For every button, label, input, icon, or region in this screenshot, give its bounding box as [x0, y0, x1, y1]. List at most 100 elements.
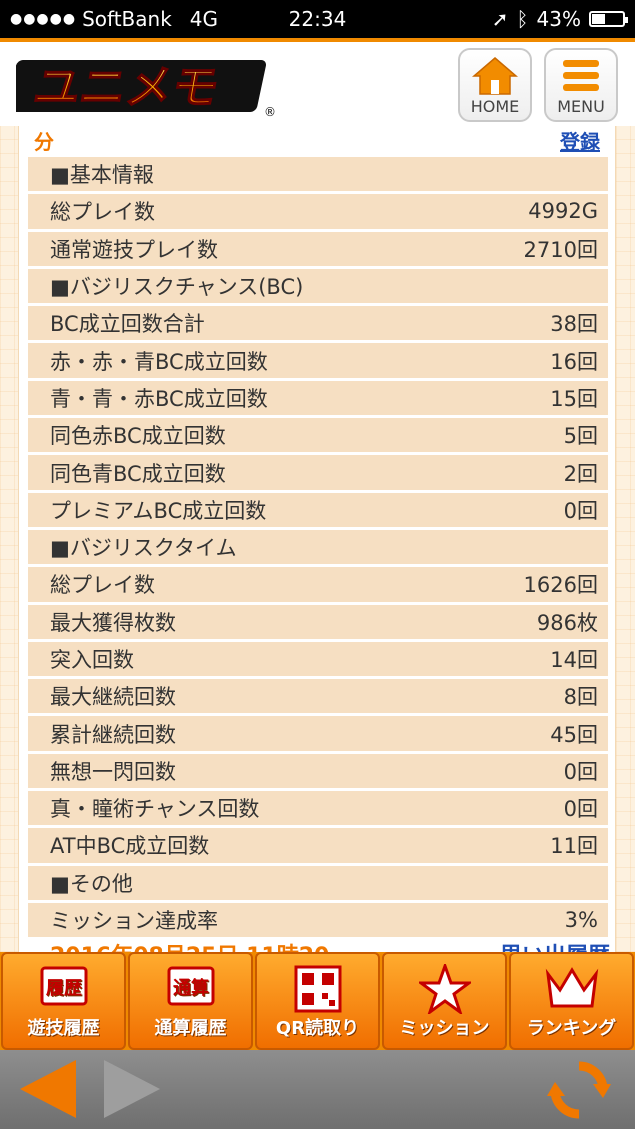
status-right: ➚ ᛒ 43% — [492, 7, 628, 31]
svg-text:履歴: 履歴 — [46, 978, 82, 999]
signal-icon: ●●●●● — [10, 11, 77, 27]
menu-button[interactable]: MENU — [544, 48, 618, 122]
stat-label: ■基本情報 — [50, 163, 154, 188]
tab-label: 遊技履歴 — [27, 1018, 100, 1039]
home-button[interactable]: HOME — [458, 48, 532, 122]
stat-row: 累計継続回数 45回 — [28, 716, 608, 751]
stat-label: 累計継続回数 — [50, 722, 176, 747]
stat-row: 真・瞳術チャンス回数 0回 — [28, 791, 608, 826]
svg-text:®: ® — [264, 105, 276, 118]
status-bar: ●●●●● SoftBank 4G 22:34 ➚ ᛒ 43% — [0, 0, 635, 38]
tab-play-history[interactable]: 履歴 遊技履歴 — [1, 952, 126, 1050]
stat-label: 最大獲得枚数 — [50, 610, 176, 635]
stat-value: 986枚 — [536, 610, 598, 635]
stat-label: 青・青・赤BC成立回数 — [50, 386, 268, 411]
stat-label: 無想一閃回数 — [50, 759, 176, 784]
home-label: HOME — [470, 97, 520, 116]
stat-row: 赤・赤・青BC成立回数 16回 — [28, 343, 608, 378]
stat-value: 2710回 — [523, 237, 598, 262]
home-icon — [472, 57, 518, 95]
stat-row: 最大獲得枚数 986枚 — [28, 604, 608, 639]
stat-value: 16回 — [550, 349, 598, 374]
stat-label: ミッション達成率 — [50, 909, 218, 934]
date-label: 2016年08月25日 11時20 — [50, 938, 329, 952]
history-link[interactable]: 思い出履歴 — [500, 938, 610, 952]
reload-icon[interactable] — [545, 1058, 613, 1122]
unimemo-logo[interactable]: ユニメモ ® — [16, 56, 276, 118]
total-book-icon: 通算 — [167, 966, 214, 1006]
battery-percent: 43% — [536, 7, 581, 31]
stat-row: プレミアムBC成立回数 0回 — [28, 492, 608, 527]
bottom-tab-bar: 履歴 遊技履歴 通算 通算履歴 QR読取り ミッション ランキング — [0, 952, 635, 1050]
section-header-row: ■バジリスクタイム — [28, 529, 608, 565]
stat-label: 通常遊技プレイ数 — [50, 237, 218, 262]
stat-row: 最大継続回数 8回 — [28, 679, 608, 714]
stat-row: AT中BC成立回数 11回 — [28, 828, 608, 863]
stat-row: 総プレイ数 4992G — [28, 194, 608, 229]
stat-label: 同色青BC成立回数 — [50, 461, 226, 486]
carrier-label: SoftBank — [82, 7, 172, 31]
stat-label: 総プレイ数 — [50, 573, 155, 598]
qr-code-icon — [294, 965, 341, 1013]
stat-row: 突入回数 14回 — [28, 641, 608, 677]
section-header-row: ■その他 — [28, 865, 608, 900]
stat-value: 8回 — [563, 685, 598, 710]
stat-row: ミッション達成率 3% — [28, 902, 608, 938]
tab-mission[interactable]: ミッション — [382, 952, 507, 1050]
stat-label: AT中BC成立回数 — [50, 834, 210, 859]
back-arrow-icon[interactable] — [16, 1058, 80, 1120]
stat-value: 11回 — [550, 834, 598, 859]
tab-ranking[interactable]: ランキング — [509, 952, 634, 1050]
stat-value: 38回 — [550, 312, 598, 337]
stat-value: 1626回 — [523, 573, 598, 598]
stat-row: 同色青BC成立回数 2回 — [28, 455, 608, 490]
stat-value: 0回 — [563, 797, 598, 822]
stat-value: 4992G — [528, 199, 598, 224]
logo-text: ユニメモ — [30, 60, 223, 114]
stat-value: 15回 — [550, 386, 598, 411]
stat-label: ■その他 — [50, 871, 133, 896]
status-left: ●●●●● SoftBank 4G — [10, 7, 218, 31]
stat-label: プレミアムBC成立回数 — [50, 498, 267, 523]
stat-value: 45回 — [550, 722, 598, 747]
stat-label: 突入回数 — [50, 648, 134, 672]
stat-row: 無想一閃回数 0回 — [28, 753, 608, 789]
tab-label: QR読取り — [275, 1018, 360, 1039]
network-label: 4G — [189, 7, 219, 31]
stat-row: BC成立回数合計 38回 — [28, 306, 608, 341]
battery-fill — [592, 14, 605, 24]
menu-label: MENU — [557, 97, 605, 116]
tab-qr-scan[interactable]: QR読取り — [255, 952, 380, 1050]
tab-label: ランキング — [526, 1018, 617, 1039]
crown-icon — [545, 967, 598, 1008]
stat-value: 5回 — [563, 424, 598, 449]
tab-total-history[interactable]: 通算 通算履歴 — [128, 952, 253, 1050]
stat-label: 赤・赤・青BC成立回数 — [50, 349, 268, 374]
stat-value: 3% — [564, 908, 598, 933]
bluetooth-icon: ᛒ — [516, 7, 529, 31]
section-header-row: ■バジリスクチャンス(BC) — [28, 268, 608, 304]
tab-label: ミッション — [399, 1018, 490, 1039]
battery-icon — [589, 11, 628, 27]
stat-label: 総プレイ数 — [50, 200, 155, 225]
partial-label: 分 — [34, 129, 54, 154]
browser-toolbar — [0, 1050, 635, 1129]
history-line: 2016年08月25日 11時20 思い出履歴 — [50, 938, 610, 952]
stat-value: 2回 — [563, 461, 598, 486]
stat-label: ■バジリスクチャンス(BC) — [50, 275, 304, 300]
app-header: ユニメモ ® HOME MENU — [0, 38, 635, 126]
stats-list: ■基本情報総プレイ数 4992G 通常遊技プレイ数 2710回 ■バジリスクチャンス(B… — [28, 157, 608, 940]
forward-arrow-icon[interactable] — [100, 1058, 164, 1120]
stat-value: 0回 — [563, 498, 598, 523]
stat-row: 青・青・赤BC成立回数 15回 — [28, 380, 608, 416]
tab-label: 通算履歴 — [154, 1018, 227, 1039]
stat-row: 総プレイ数 1626回 — [28, 567, 608, 602]
stat-row: 通常遊技プレイ数 2710回 — [28, 231, 608, 266]
register-link[interactable]: 登録 — [560, 126, 600, 155]
history-book-icon: 履歴 — [40, 966, 87, 1006]
stat-label: BC成立回数合計 — [50, 312, 205, 337]
stat-value: 0回 — [563, 759, 598, 784]
stat-label: ■バジリスクタイム — [50, 536, 237, 561]
main-content[interactable]: 分 登録 ■基本情報総プレイ数 4992G 通常遊技プレイ数 2710回 ■バジリスクチ… — [0, 126, 635, 952]
stat-label: 同色赤BC成立回数 — [50, 424, 226, 449]
